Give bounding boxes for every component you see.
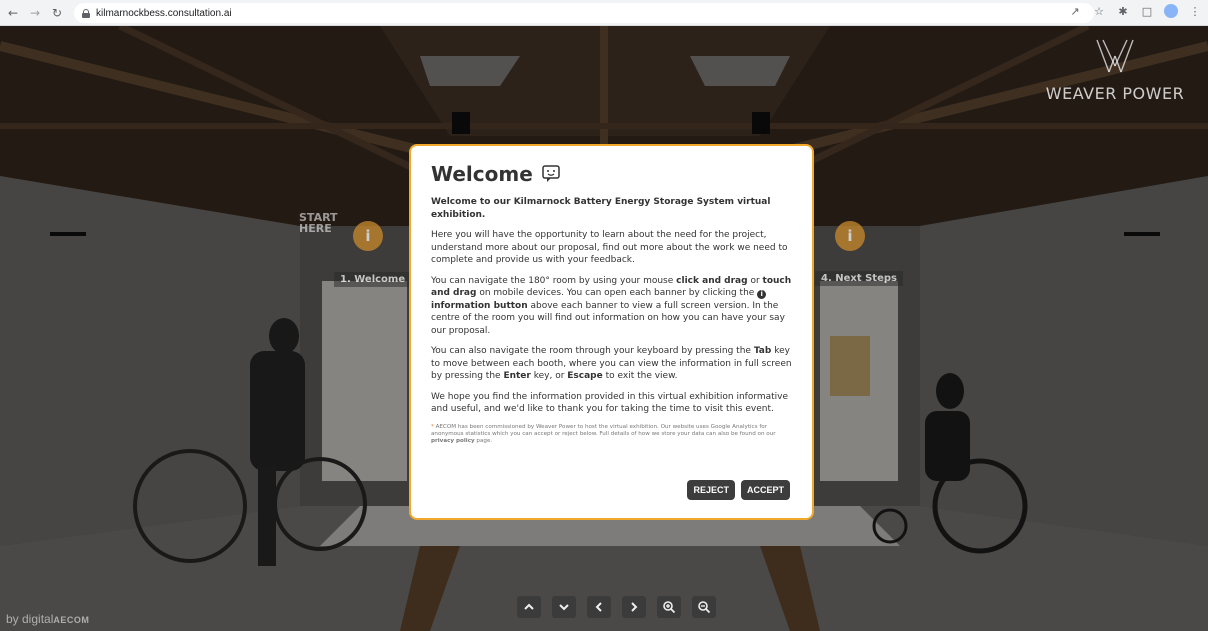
dialog-paragraph-1: Here you will have the opportunity to le… xyxy=(431,230,788,265)
back-arrow-icon[interactable]: ← xyxy=(4,4,22,22)
zoom-in-icon[interactable] xyxy=(657,596,681,618)
share-icon[interactable]: ↗ xyxy=(1068,5,1082,18)
booth-1-info-icon[interactable]: i xyxy=(353,221,383,251)
zoom-out-icon[interactable] xyxy=(692,596,716,618)
extensions-puzzle-icon[interactable]: ✱ xyxy=(1116,5,1130,18)
analytics-notice: * AECOM has been commissioned by Weaver … xyxy=(431,423,776,444)
welcome-dialog: Welcome Welcome to our Kilmarnock Batter… xyxy=(409,144,814,520)
side-panel-icon[interactable]: □ xyxy=(1140,5,1154,18)
weaver-power-logo: WEAVER POWER xyxy=(1030,36,1200,103)
brand-name: WEAVER POWER xyxy=(1045,84,1185,103)
chevron-right-icon[interactable] xyxy=(622,596,646,618)
chevron-down-icon[interactable] xyxy=(552,596,576,618)
profile-avatar-icon[interactable] xyxy=(1164,4,1178,18)
digital-aecom-credit[interactable]: by digitalAECOM xyxy=(6,612,89,626)
lock-icon xyxy=(82,8,90,18)
forward-arrow-icon[interactable]: → xyxy=(26,4,44,22)
chevron-left-icon[interactable] xyxy=(587,596,611,618)
booth-1-label[interactable]: 1. Welcome xyxy=(334,272,412,287)
consent-buttons: REJECT ACCEPT xyxy=(687,480,790,500)
dialog-paragraph-2: You can navigate the 180° room by using … xyxy=(431,275,792,336)
privacy-policy-link[interactable]: privacy policy xyxy=(431,438,475,444)
chevron-up-icon[interactable] xyxy=(517,596,541,618)
accept-button[interactable]: ACCEPT xyxy=(740,480,790,500)
more-menu-icon[interactable]: ⋮ xyxy=(1188,5,1202,18)
booth-4-label[interactable]: 4. Next Steps xyxy=(815,271,903,286)
dialog-paragraph-3: You can also navigate the room through y… xyxy=(431,346,792,381)
browser-toolbar: ← → ↻ kilmarnockbess.consultation.ai ↗ ☆… xyxy=(0,0,1208,26)
weaver-power-emblem-icon xyxy=(1096,39,1134,73)
dialog-title: Welcome xyxy=(431,162,792,186)
address-bar[interactable]: kilmarnockbess.consultation.ai xyxy=(74,3,1094,23)
info-circle-icon: i xyxy=(757,290,767,299)
reload-icon[interactable]: ↻ xyxy=(48,4,66,22)
smile-chat-icon xyxy=(542,165,560,182)
booth-4-info-icon[interactable]: i xyxy=(835,221,865,251)
dialog-title-text: Welcome xyxy=(431,162,533,186)
view-controls xyxy=(517,596,716,618)
reject-button[interactable]: REJECT xyxy=(687,480,735,500)
bookmark-star-icon[interactable]: ☆ xyxy=(1092,5,1106,18)
dialog-paragraph-4: We hope you find the information provide… xyxy=(431,391,789,415)
browser-actions: ↗ ☆ ✱ □ ⋮ xyxy=(1068,4,1202,18)
url-text: kilmarnockbess.consultation.ai xyxy=(96,7,232,19)
start-here-sign: START HERE xyxy=(299,211,338,235)
dialog-intro: Welcome to our Kilmarnock Battery Energy… xyxy=(431,197,771,220)
